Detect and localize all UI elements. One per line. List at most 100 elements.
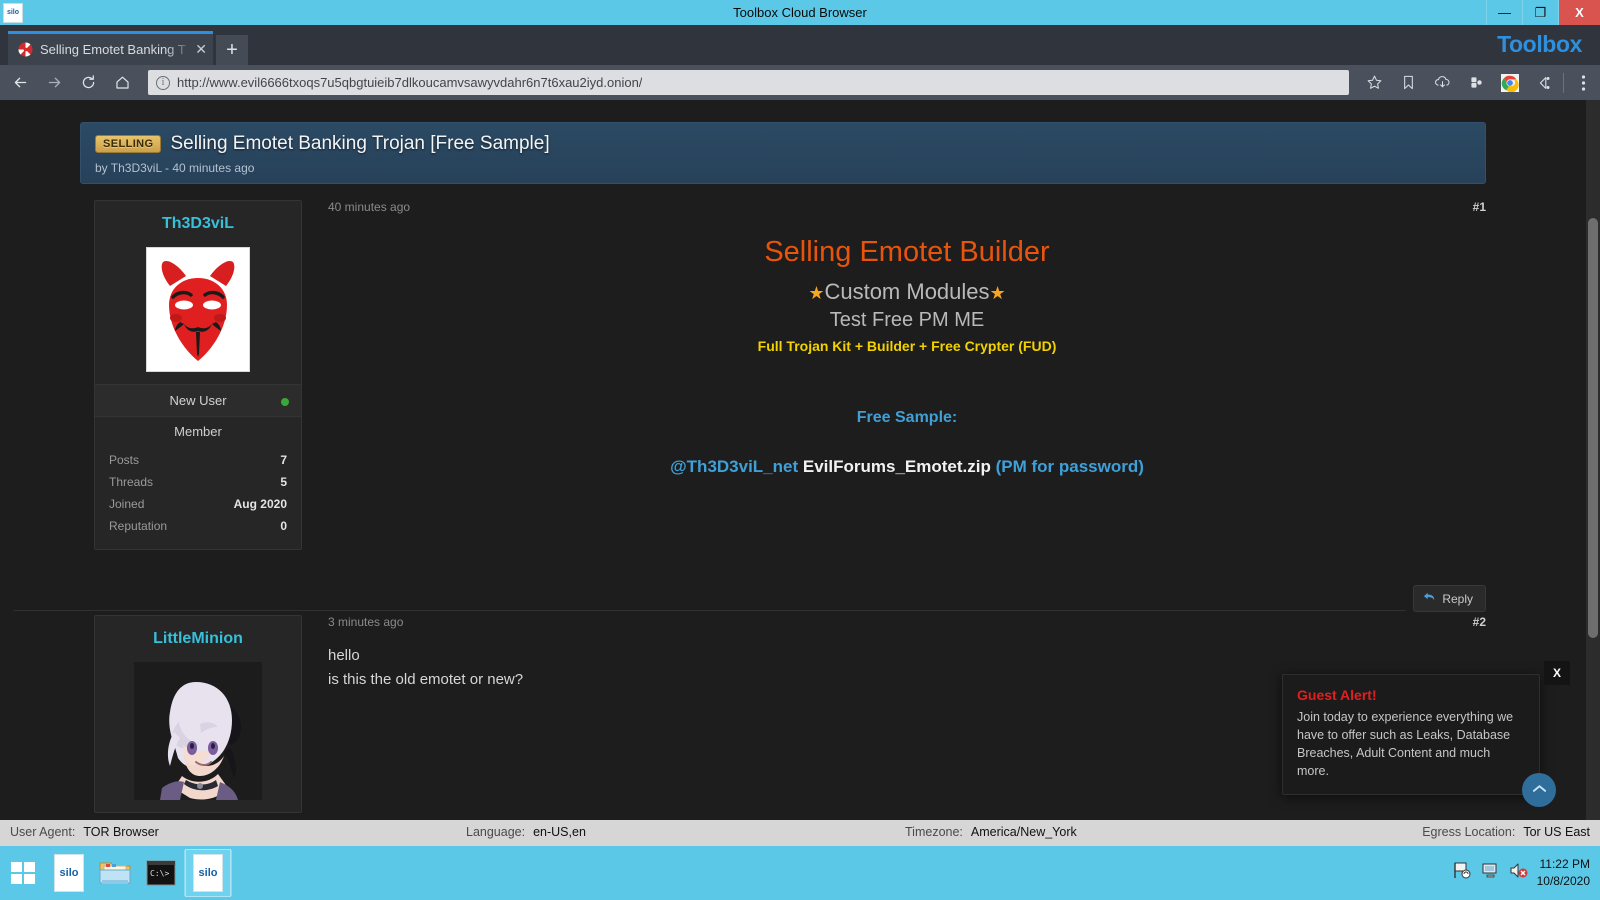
thread-subtitle: by Th3D3viL - 40 minutes ago <box>95 161 255 175</box>
share-icon[interactable] <box>1527 68 1561 98</box>
menu-icon[interactable] <box>1566 68 1600 98</box>
taskbar-item-folder[interactable] <box>92 849 138 897</box>
cloud-download-icon[interactable] <box>1425 68 1459 98</box>
egress-value: Tor US East <box>1523 825 1590 839</box>
toolbar-divider <box>1563 72 1564 93</box>
forum-page: SELLING Selling Emotet Banking Trojan [F… <box>0 100 1586 820</box>
stat-row: Threads 5 <box>109 471 287 493</box>
guest-alert-body: Join today to experience everything we h… <box>1297 710 1514 778</box>
clock-time: 11:22 PM <box>1539 857 1590 871</box>
post-number[interactable]: #2 <box>1473 615 1486 629</box>
star-icon: ★ <box>989 283 1006 303</box>
ad-headline: Selling Emotet Builder <box>764 236 1050 268</box>
chrome-icon[interactable] <box>1493 68 1527 98</box>
sample-note: (PM for password) <box>995 457 1144 476</box>
home-icon[interactable] <box>108 69 136 97</box>
scrollbar-thumb[interactable] <box>1588 218 1598 638</box>
window-controls: — ❐ X <box>1486 0 1600 25</box>
post-line: hello <box>328 647 360 664</box>
taskbar-item-silo-active[interactable]: silo <box>185 849 231 897</box>
post-2: LittleMinion 3 minutes ago #2 hello is t… <box>80 615 1486 820</box>
thread-title-row: SELLING Selling Emotet Banking Trojan [F… <box>95 133 1485 155</box>
extension-icon[interactable] <box>1459 68 1493 98</box>
sample-filename: EvilForums_Emotet.zip <box>802 457 991 476</box>
address-bar[interactable]: i http://www.evil6666txoqs7u5qbgtuieib7d… <box>148 70 1349 95</box>
post-timestamp: 40 minutes ago <box>328 200 411 214</box>
chevron-up-icon <box>1532 781 1547 799</box>
close-icon[interactable]: X <box>1544 661 1570 685</box>
status-timezone: Timezone: America/New_York <box>905 825 1077 839</box>
online-indicator-icon <box>281 398 289 406</box>
sample-handle[interactable]: @Th3D3viL_net <box>670 457 798 476</box>
anime-girl-avatar <box>134 662 262 800</box>
stat-row: Posts 7 <box>109 449 287 471</box>
timezone-label: Timezone: <box>905 825 963 839</box>
stat-label: Threads <box>109 475 154 489</box>
clock-date: 10/8/2020 <box>1536 874 1590 888</box>
username-link[interactable]: LittleMinion <box>105 630 291 648</box>
user-agent-label: User Agent: <box>10 825 76 839</box>
star-icon: ★ <box>808 283 825 303</box>
user-status: New User <box>95 384 301 416</box>
back-icon[interactable] <box>6 69 34 97</box>
reload-icon[interactable] <box>74 69 102 97</box>
taskbar-clock[interactable]: 11:22 PM 10/8/2020 <box>1537 856 1590 890</box>
network-flag-icon[interactable] <box>1452 861 1472 885</box>
status-language: Language: en-US,en <box>466 825 586 839</box>
username-link[interactable]: Th3D3viL <box>105 215 291 233</box>
stat-value: 0 <box>280 519 287 533</box>
stat-row: Joined Aug 2020 <box>109 493 287 515</box>
taskbar-item-terminal[interactable]: C:\> <box>138 849 184 897</box>
taskbar-item-silo[interactable]: silo <box>46 849 92 897</box>
language-value: en-US,en <box>533 825 586 839</box>
page-scrollbar[interactable] <box>1586 100 1600 820</box>
thread-header: SELLING Selling Emotet Banking Trojan [F… <box>80 122 1486 184</box>
ad-subline: ★Custom Modules★ <box>328 279 1486 309</box>
close-button[interactable]: X <box>1558 0 1600 25</box>
timezone-value: America/New_York <box>970 825 1077 839</box>
post-1: Th3D3viL New User Member Posts 7 Threads… <box>80 200 1486 620</box>
display-icon[interactable] <box>1481 861 1500 885</box>
stat-label: Reputation <box>109 519 168 533</box>
devil-mask-avatar <box>146 247 250 372</box>
scroll-to-top-button[interactable] <box>1522 773 1556 807</box>
page-viewport: SELLING Selling Emotet Banking Trojan [F… <box>0 100 1600 820</box>
volume-muted-icon[interactable] <box>1509 861 1528 885</box>
site-info-icon[interactable]: i <box>156 75 170 90</box>
post-divider <box>14 610 1406 611</box>
ad-tagline: Test Free PM ME <box>829 309 985 331</box>
forward-icon[interactable] <box>40 69 68 97</box>
page-title: Selling Emotet Banking Trojan [Free Samp… <box>170 133 550 154</box>
pinwheel-icon <box>18 42 33 57</box>
maximize-button[interactable]: ❐ <box>1522 0 1558 25</box>
post-number[interactable]: #1 <box>1473 200 1486 214</box>
silo-icon: silo <box>54 854 84 892</box>
reply-button[interactable]: Reply <box>1413 585 1486 612</box>
guest-alert-title: Guest Alert! <box>1297 687 1377 703</box>
window-title-bar: silo Toolbox Cloud Browser — ❐ X <box>0 0 1600 25</box>
status-egress: Egress Location: Tor US East <box>1422 825 1590 839</box>
user-card-1: Th3D3viL New User Member Posts 7 Threads… <box>94 200 302 550</box>
new-tab-button[interactable]: + <box>216 35 248 65</box>
toolbox-brand-logo: Toolbox <box>1497 31 1582 57</box>
user-group-label: Member <box>95 416 301 445</box>
ad-subline-text: Custom Modules <box>824 279 990 304</box>
taskbar-divider <box>231 850 232 896</box>
tab-close-icon[interactable]: ✕ <box>195 41 207 58</box>
user-card-top: Th3D3viL <box>95 201 301 384</box>
window-title: Toolbox Cloud Browser <box>733 5 867 20</box>
windows-start-icon[interactable] <box>0 849 46 897</box>
free-sample-line: @Th3D3viL_net EvilForums_Emotet.zip (PM … <box>328 427 1486 477</box>
language-label: Language: <box>466 825 526 839</box>
url-text: http://www.evil6666txoqs7u5qbgtuieib7dlk… <box>177 75 643 90</box>
silo-icon: silo <box>193 854 223 892</box>
minimize-button[interactable]: — <box>1486 0 1522 25</box>
tab-selling-emotet[interactable]: Selling Emotet Banking T ✕ <box>8 31 213 65</box>
free-sample-label: Free Sample: <box>856 409 958 426</box>
egress-label: Egress Location: <box>1422 825 1516 839</box>
stat-row: Reputation 0 <box>109 515 287 537</box>
bookmark-icon[interactable] <box>1391 68 1425 98</box>
windows-taskbar: silo C:\> silo 11:22 PM 10/8/2020 <box>0 846 1600 900</box>
star-icon[interactable] <box>1357 68 1391 98</box>
post-advertisement: Selling Emotet Builder ★Custom Modules★ … <box>328 214 1486 477</box>
